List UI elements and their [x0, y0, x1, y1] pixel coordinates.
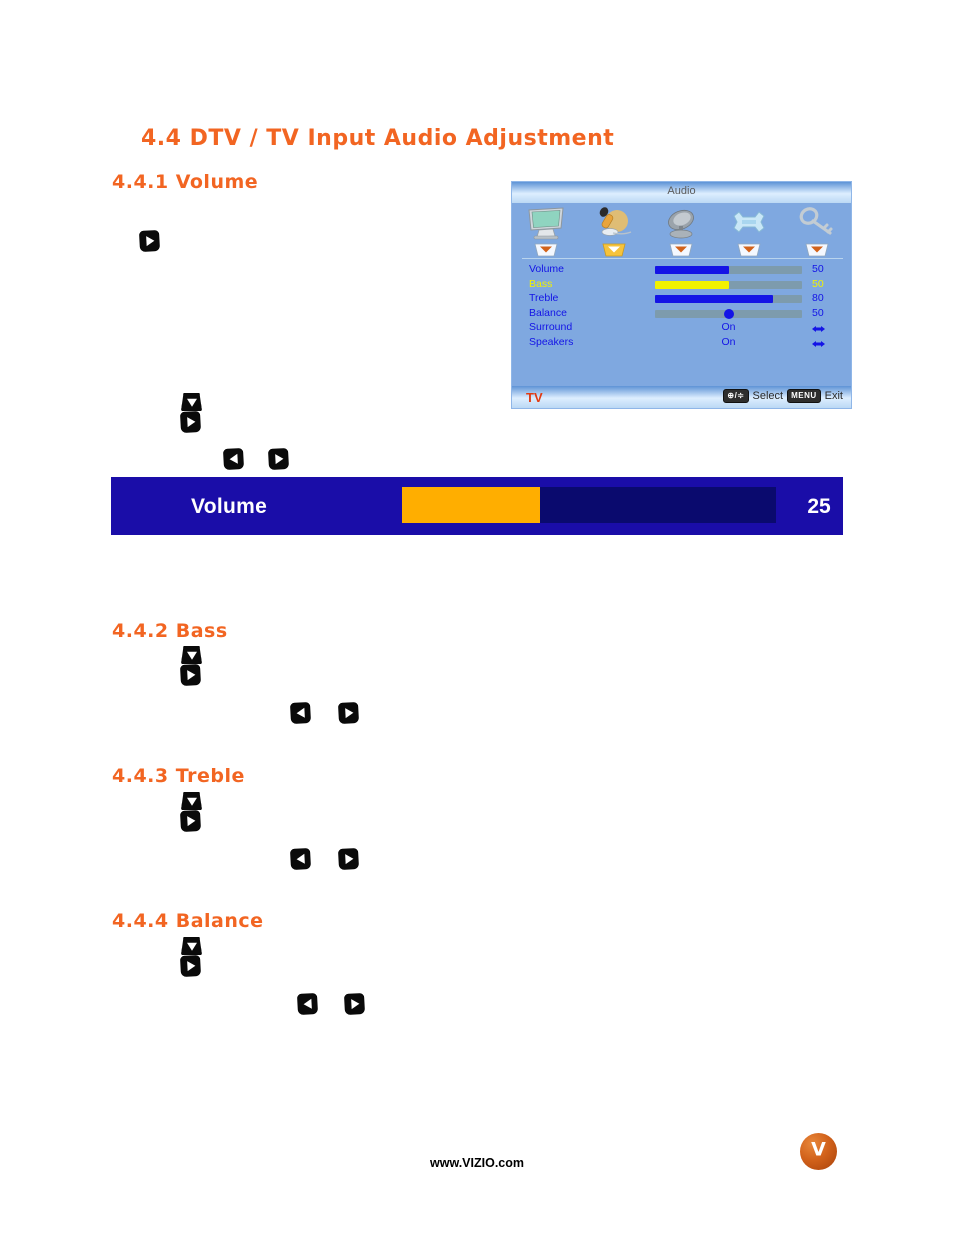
vizio-logo: V	[800, 1133, 837, 1170]
osd-row-treble[interactable]: Treble 80	[512, 292, 851, 307]
osd-tab-tuner[interactable]	[648, 204, 716, 257]
osd-row-label: Bass	[529, 277, 553, 290]
osd-row-fill	[655, 280, 729, 289]
osd-row-label: Speakers	[529, 335, 574, 348]
tuner-satellite-dish-icon	[668, 209, 695, 239]
setup-wrench-icon	[733, 211, 765, 233]
osd-exit-hint-label: Exit	[824, 390, 843, 402]
heading-volume: 4.4.1 Volume	[112, 171, 259, 193]
osd-title: Audio	[667, 185, 696, 197]
osd-row-track[interactable]	[655, 280, 802, 289]
osd-row-label: Surround	[529, 321, 573, 333]
osd-footer-bar: TV ⊕/≑ Select MENU Exit	[512, 386, 851, 408]
osd-title-bar: Audio	[512, 182, 851, 203]
remote-menu-down-key-icon	[181, 937, 202, 955]
osd-tab-marker	[805, 243, 829, 257]
osd-tab-audio[interactable]	[580, 204, 648, 257]
osd-row-label: Treble	[529, 292, 559, 304]
left-right-adjust-icon	[812, 326, 825, 332]
heading-treble: 4.4.3 Treble	[112, 765, 245, 787]
picture-monitor-icon	[528, 207, 564, 240]
osd-row-value: 80	[812, 292, 824, 304]
osd-row-track[interactable]	[655, 295, 802, 303]
remote-menu-down-key-icon	[181, 646, 202, 664]
osd-row-fill	[655, 295, 773, 303]
remote-right-arrow-key-icon	[180, 810, 201, 832]
osd-audio-menu: Audio Volume 50 Bass 50 Treble 80 Balanc…	[511, 181, 852, 409]
audio-microphone-icon	[599, 207, 631, 236]
osd-row-value: On	[721, 335, 736, 348]
osd-row-knob[interactable]	[723, 308, 734, 319]
osd-hint-group: ⊕/≑ Select MENU Exit	[723, 389, 843, 403]
volume-osd-banner: Volume 25	[111, 477, 843, 535]
osd-tab-marker	[534, 243, 558, 257]
osd-row-track[interactable]	[655, 266, 802, 274]
volume-banner-track[interactable]	[402, 487, 776, 523]
osd-tab-picture[interactable]	[512, 204, 580, 257]
osd-row-speakers[interactable]: Speakers On	[512, 336, 851, 351]
remote-left-arrow-key-icon	[297, 993, 318, 1015]
osd-row-fill	[655, 266, 729, 274]
remote-left-arrow-key-icon	[290, 848, 311, 870]
osd-row-label: Volume	[529, 263, 565, 275]
osd-row-track[interactable]	[655, 308, 802, 319]
remote-right-arrow-key-icon	[180, 411, 201, 433]
remote-menu-down-key-icon	[181, 393, 202, 411]
remote-right-arrow-key-icon	[180, 664, 201, 686]
osd-settings-list: Volume 50 Bass 50 Treble 80 Balance 50 S…	[512, 263, 851, 350]
osd-row-balance[interactable]: Balance 50	[512, 307, 851, 322]
heading-bass: 4.4.2 Bass	[112, 620, 228, 642]
osd-tab-marker-selected	[602, 243, 626, 257]
remote-right-arrow-key-icon	[344, 993, 365, 1015]
remote-right-arrow-key-icon	[268, 448, 289, 470]
remote-right-arrow-key-icon	[338, 848, 359, 870]
volume-banner-label: Volume	[191, 495, 268, 518]
osd-row-value: 50	[812, 277, 824, 290]
remote-right-arrow-key-icon	[139, 230, 160, 252]
remote-right-arrow-key-icon	[180, 955, 201, 977]
osd-tab-setup[interactable]	[715, 204, 783, 257]
osd-divider	[522, 258, 843, 259]
remote-right-arrow-key-icon	[338, 702, 359, 724]
osd-icon-row	[512, 204, 851, 257]
osd-tab-marker	[669, 243, 693, 257]
osd-row-value: On	[721, 321, 736, 333]
page-title: 4.4 DTV / TV Input Audio Adjustment	[141, 126, 615, 151]
osd-select-hint-label: Select	[752, 390, 784, 402]
remote-menu-down-key-icon	[181, 792, 202, 810]
osd-row-value: 50	[812, 263, 824, 275]
osd-row-bass[interactable]: Bass 50	[512, 278, 851, 293]
vizio-logo-letter: V	[811, 1138, 826, 1161]
osd-row-label: Balance	[529, 306, 567, 319]
osd-source-label: TV	[526, 390, 543, 405]
osd-row-value: 50	[812, 306, 824, 319]
osd-nav-key-icon: ⊕/≑	[723, 389, 749, 403]
parental-key-icon	[799, 207, 833, 235]
osd-row-surround[interactable]: Surround On	[512, 321, 851, 336]
osd-tab-marker	[737, 243, 761, 257]
osd-tab-parental[interactable]	[783, 204, 851, 257]
heading-balance: 4.4.4 Balance	[112, 910, 264, 932]
volume-banner-fill	[402, 487, 541, 523]
left-right-adjust-icon	[812, 340, 825, 347]
osd-menu-key-icon: MENU	[787, 389, 821, 403]
osd-row-volume[interactable]: Volume 50	[512, 263, 851, 278]
remote-left-arrow-key-icon	[223, 448, 244, 470]
volume-banner-value: 25	[807, 495, 831, 518]
remote-left-arrow-key-icon	[290, 702, 311, 724]
